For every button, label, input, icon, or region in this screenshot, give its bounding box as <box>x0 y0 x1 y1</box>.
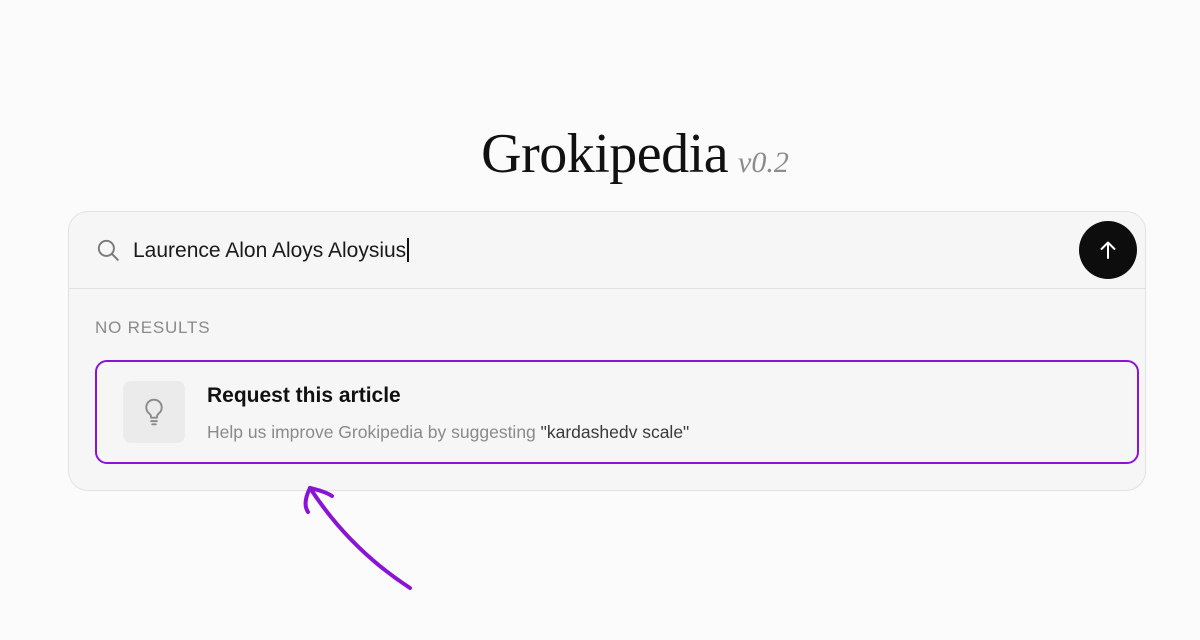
search-icon <box>97 239 119 261</box>
request-article-card[interactable]: Request this article Help us improve Gro… <box>95 360 1139 464</box>
search-panel: Laurence Alon Aloys Aloysius NO RESULTS … <box>68 211 1146 491</box>
lightbulb-icon-box <box>123 381 185 443</box>
search-bar: Laurence Alon Aloys Aloysius <box>69 212 1145 289</box>
search-query-text: Laurence Alon Aloys Aloysius <box>133 239 407 262</box>
text-caret <box>407 238 410 262</box>
search-input[interactable]: Laurence Alon Aloys Aloysius <box>133 238 410 264</box>
request-query: "kardashedv scale" <box>540 422 690 442</box>
request-description-text: Help us improve Grokipedia by suggesting <box>207 422 541 442</box>
hand-drawn-arrow-icon <box>303 486 412 590</box>
submit-button[interactable] <box>1079 221 1137 279</box>
request-description: Help us improve Grokipedia by suggesting… <box>207 422 689 443</box>
lightbulb-icon <box>145 398 163 426</box>
logo[interactable]: Grokipedia v0.2 <box>0 122 1200 186</box>
arrow-up-icon <box>1100 241 1116 259</box>
request-title: Request this article <box>207 384 401 407</box>
no-results-label: NO RESULTS <box>95 318 211 337</box>
logo-name: Grokipedia <box>481 123 729 185</box>
logo-version: v0.2 <box>738 146 789 179</box>
page: Grokipedia v0.2 Laurence Alon Aloys Aloys… <box>0 0 1200 640</box>
